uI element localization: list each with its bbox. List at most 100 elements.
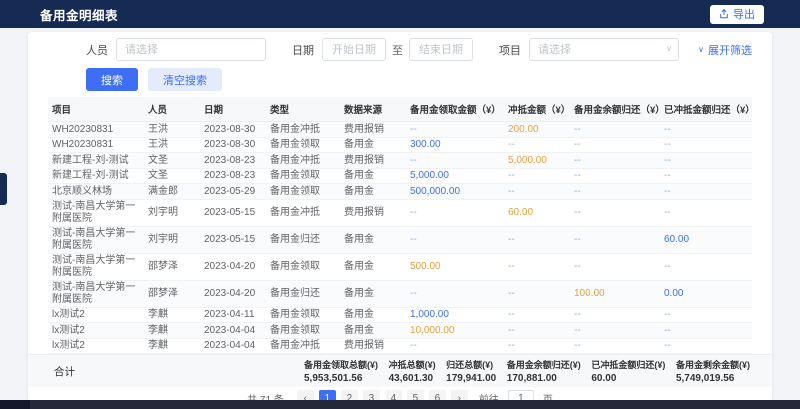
column-header: 日期 (200, 97, 266, 122)
amount-cell: -- (570, 307, 660, 323)
clear-search-button[interactable]: 清空搜索 (148, 68, 222, 91)
expand-filter-link[interactable]: ∨ 展开筛选 (698, 42, 752, 58)
page-title: 备用金明细表 (40, 5, 118, 24)
date-filter: 日期 至 (292, 38, 473, 61)
table-cell: 2023-04-04 (200, 323, 266, 339)
amount-cell: -- (570, 323, 660, 339)
table-cell: 邵梦泽 (144, 253, 200, 280)
table-cell: 2023-04-11 (200, 307, 266, 323)
column-header: 人员 (144, 97, 200, 122)
person-filter: 人员 (86, 38, 266, 61)
table-row[interactable]: WH20230831王洪2023-08-30备用金冲抵费用报销--200.00-… (48, 122, 752, 138)
column-header: 已冲抵金额归还（¥） (660, 97, 752, 122)
table-row[interactable]: lx测试2李麒2023-04-11备用金领取备用金1,000.00------ (48, 307, 752, 323)
table-row[interactable]: 测试-南昌大学第一附属医院邵梦泽2023-04-20备用金领取备用金500.00… (48, 253, 752, 280)
table-cell: 文圣 (144, 168, 200, 184)
amount-cell: -- (504, 307, 570, 323)
amount-cell: -- (660, 323, 752, 339)
summary-item-label: 已冲抵金额归还(¥) (591, 358, 665, 371)
table-cell: lx测试2 (48, 307, 144, 323)
amount-cell: -- (504, 280, 570, 307)
search-button[interactable]: 搜索 (86, 68, 138, 91)
table-cell: 2023-04-04 (200, 338, 266, 354)
summary-item: 已冲抵金额归还(¥)60.00 (591, 358, 665, 384)
summary-item-value: 5,953,501.56 (304, 373, 378, 384)
table-cell: 备用金冲抵 (266, 199, 340, 226)
table-cell: 测试-南昌大学第一附属医院 (48, 280, 144, 307)
table-cell: 2023-04-20 (200, 280, 266, 307)
table-cell: 备用金归还 (266, 226, 340, 253)
amount-cell: -- (660, 307, 752, 323)
table-cell: lx测试2 (48, 323, 144, 339)
table-cell: 备用金 (340, 253, 406, 280)
table-row[interactable]: 测试-南昌大学第一附属医院刘宇明2023-05-15备用金归还备用金------… (48, 226, 752, 253)
table-cell: 2023-05-29 (200, 184, 266, 200)
summary-item-value: 170,881.00 (507, 373, 581, 384)
bottom-taskbar (0, 400, 800, 409)
table-cell: 2023-08-23 (200, 153, 266, 169)
table-row[interactable]: lx测试2李麒2023-04-04备用金冲抵费用报销-------- (48, 338, 752, 354)
amount-cell: 60.00 (504, 199, 570, 226)
column-header: 类型 (266, 97, 340, 122)
table-cell: 满金郎 (144, 184, 200, 200)
amount-cell: -- (406, 122, 504, 138)
summary-item-label: 备用金剩余金额(¥) (676, 358, 750, 371)
amount-cell: -- (660, 137, 752, 153)
amount-cell: 0.00 (660, 280, 752, 307)
action-bar: 搜索 清空搜索 (48, 62, 752, 97)
amount-cell: -- (406, 153, 504, 169)
table-row[interactable]: 新建工程-刘-测试文圣2023-08-23备用金冲抵费用报销--5,000.00… (48, 153, 752, 169)
table-cell: 邵梦泽 (144, 280, 200, 307)
table-cell: lx测试2 (48, 338, 144, 354)
amount-cell: -- (504, 253, 570, 280)
table-header-row: 项目人员日期类型数据来源备用金领取金额（¥）冲抵金额（¥）备用金余额归还（¥）已… (48, 97, 752, 122)
amount-cell: -- (504, 184, 570, 200)
table-cell: 备用金 (340, 168, 406, 184)
summary-item-label: 备用金领取总额(¥) (304, 358, 378, 371)
table-cell: 新建工程-刘-测试 (48, 168, 144, 184)
table-cell: 2023-08-30 (200, 137, 266, 153)
table-cell: 王洪 (144, 137, 200, 153)
bottom-taskbar-corner (0, 400, 30, 409)
amount-cell: 500.00 (406, 253, 504, 280)
side-drawer-handle[interactable] (0, 173, 7, 205)
table-row[interactable]: 测试-南昌大学第一附属医院邵梦泽2023-04-20备用金归还备用金----10… (48, 280, 752, 307)
column-header: 数据来源 (340, 97, 406, 122)
amount-cell: -- (570, 199, 660, 226)
expand-filter-label: 展开筛选 (708, 42, 752, 58)
amount-cell: -- (504, 168, 570, 184)
table-cell: 测试-南昌大学第一附属医院 (48, 253, 144, 280)
amount-cell: -- (570, 253, 660, 280)
date-end-input[interactable] (409, 38, 473, 61)
amount-cell: -- (570, 226, 660, 253)
summary-item: 备用金剩余金额(¥)5,749,019.56 (676, 358, 750, 384)
column-header: 备用金余额归还（¥） (570, 97, 660, 122)
export-icon (719, 9, 729, 19)
table-row[interactable]: lx测试2李麒2023-04-04备用金领取备用金10,000.00------ (48, 323, 752, 339)
person-select-input[interactable] (116, 38, 266, 61)
project-select-input[interactable] (529, 38, 679, 61)
table-cell: 王洪 (144, 122, 200, 138)
table-row[interactable]: 测试-南昌大学第一附属医院刘宇明2023-05-15备用金冲抵费用报销--60.… (48, 199, 752, 226)
table-cell: 2023-08-30 (200, 122, 266, 138)
summary-item-label: 备用金余额归还(¥) (507, 358, 581, 371)
summary-item-value: 43,601.30 (389, 373, 436, 384)
table-cell: 刘宇明 (144, 226, 200, 253)
amount-cell: 5,000.00 (504, 153, 570, 169)
summary-item-value: 179,941.00 (446, 373, 496, 384)
amount-cell: -- (406, 280, 504, 307)
project-filter: 项目 ∨ (499, 38, 679, 61)
export-button[interactable]: 导出 (710, 5, 764, 24)
column-header: 备用金领取金额（¥） (406, 97, 504, 122)
amount-cell: 60.00 (660, 226, 752, 253)
date-start-input[interactable] (322, 38, 386, 61)
amount-cell: -- (406, 226, 504, 253)
amount-cell: -- (570, 137, 660, 153)
table-row[interactable]: 北京顺义林场满金郎2023-05-29备用金领取备用金500,000.00---… (48, 184, 752, 200)
petty-cash-table: 项目人员日期类型数据来源备用金领取金额（¥）冲抵金额（¥）备用金余额归还（¥）已… (48, 97, 752, 354)
table-row[interactable]: WH20230831王洪2023-08-30备用金领取备用金300.00----… (48, 137, 752, 153)
date-range-separator: 至 (392, 42, 403, 58)
project-filter-label: 项目 (499, 42, 521, 58)
table-row[interactable]: 新建工程-刘-测试文圣2023-08-23备用金领取备用金5,000.00---… (48, 168, 752, 184)
amount-cell: 100.00 (570, 280, 660, 307)
